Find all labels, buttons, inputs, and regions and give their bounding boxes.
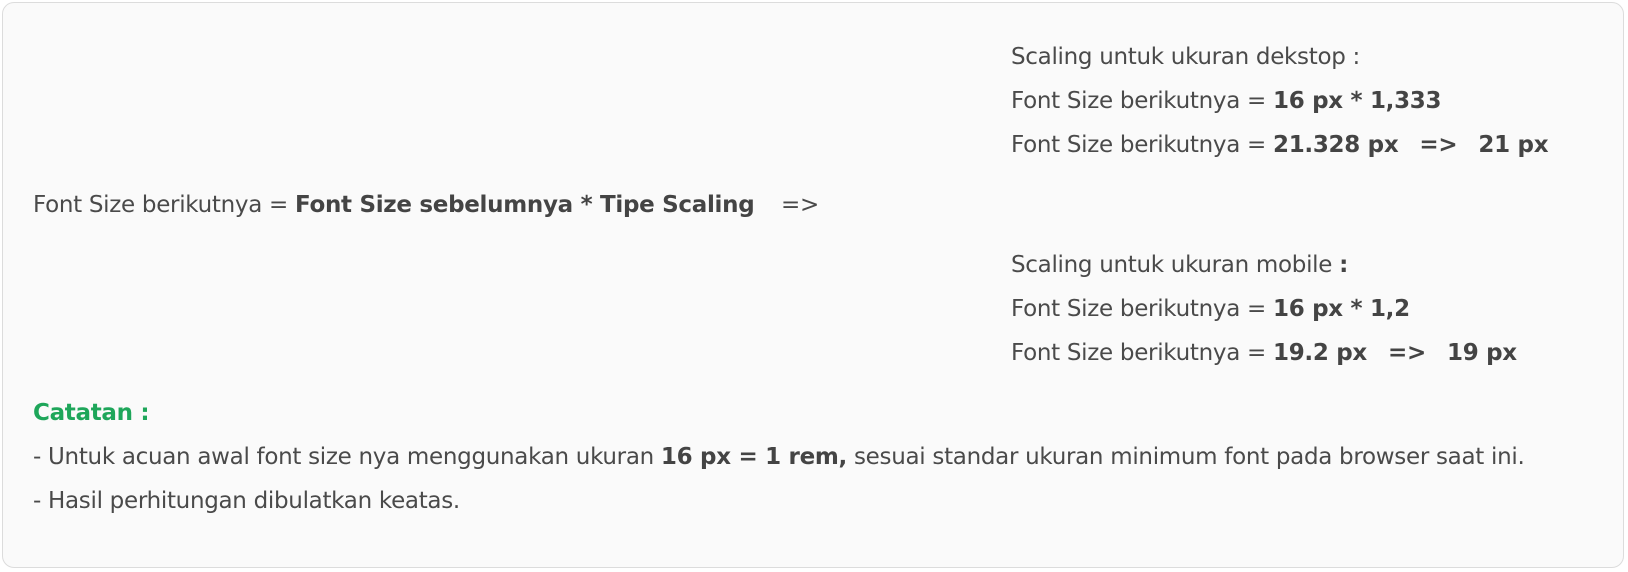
notes-title: Catatan : <box>33 400 150 426</box>
mobile-result-arrow: => <box>1388 340 1426 366</box>
mobile-title-colon: : <box>1339 252 1349 278</box>
notes-item-1-prefix: - Untuk acuan awal font size nya menggun… <box>33 444 661 470</box>
main-formula-prefix: Font Size berikutnya = <box>33 192 295 218</box>
desktop-formula-value: 16 px * 1,333 <box>1273 88 1442 114</box>
mobile-result-prefix: Font Size berikutnya = <box>1011 340 1273 366</box>
notes-item-1-bold: 16 px = 1 rem, <box>660 444 847 470</box>
notes-item-1-suffix: sesuai standar ukuran minimum font pada … <box>846 444 1525 470</box>
desktop-formula-prefix: Font Size berikutnya = <box>1011 88 1273 114</box>
desktop-result-prefix: Font Size berikutnya = <box>1011 132 1273 158</box>
desktop-title-text: Scaling untuk ukuran dekstop : <box>1011 44 1360 70</box>
desktop-title: Scaling untuk ukuran dekstop : <box>1011 43 1360 71</box>
desktop-formula-line: Font Size berikutnya = 16 px * 1,333 <box>1011 87 1442 115</box>
notes-item-1: - Untuk acuan awal font size nya menggun… <box>33 443 1525 471</box>
main-arrow: => <box>781 191 819 219</box>
mobile-result-line: Font Size berikutnya = 19.2 px => 19 px <box>1011 339 1517 367</box>
mobile-result-rounded: 19 px <box>1447 340 1517 366</box>
desktop-result-rounded: 21 px <box>1478 132 1549 158</box>
main-formula-line: Font Size berikutnya = Font Size sebelum… <box>33 191 755 219</box>
mobile-formula-line: Font Size berikutnya = 16 px * 1,2 <box>1011 295 1410 323</box>
mobile-title: Scaling untuk ukuran mobile : <box>1011 251 1348 279</box>
desktop-result-line: Font Size berikutnya = 21.328 px => 21 p… <box>1011 131 1549 159</box>
mobile-title-text: Scaling untuk ukuran mobile <box>1011 252 1340 278</box>
desktop-result-value: 21.328 px <box>1273 132 1399 158</box>
main-arrow-text: => <box>781 192 819 218</box>
mobile-formula-value: 16 px * 1,2 <box>1273 296 1410 322</box>
notes-item-2: - Hasil perhitungan dibulatkan keatas. <box>33 488 460 514</box>
mobile-formula-prefix: Font Size berikutnya = <box>1011 296 1273 322</box>
main-formula-expression: Font Size sebelumnya * Tipe Scaling <box>295 192 755 218</box>
info-card: Scaling untuk ukuran dekstop : Font Size… <box>2 2 1624 568</box>
mobile-result-value: 19.2 px <box>1273 340 1367 366</box>
desktop-result-arrow: => <box>1419 132 1458 158</box>
